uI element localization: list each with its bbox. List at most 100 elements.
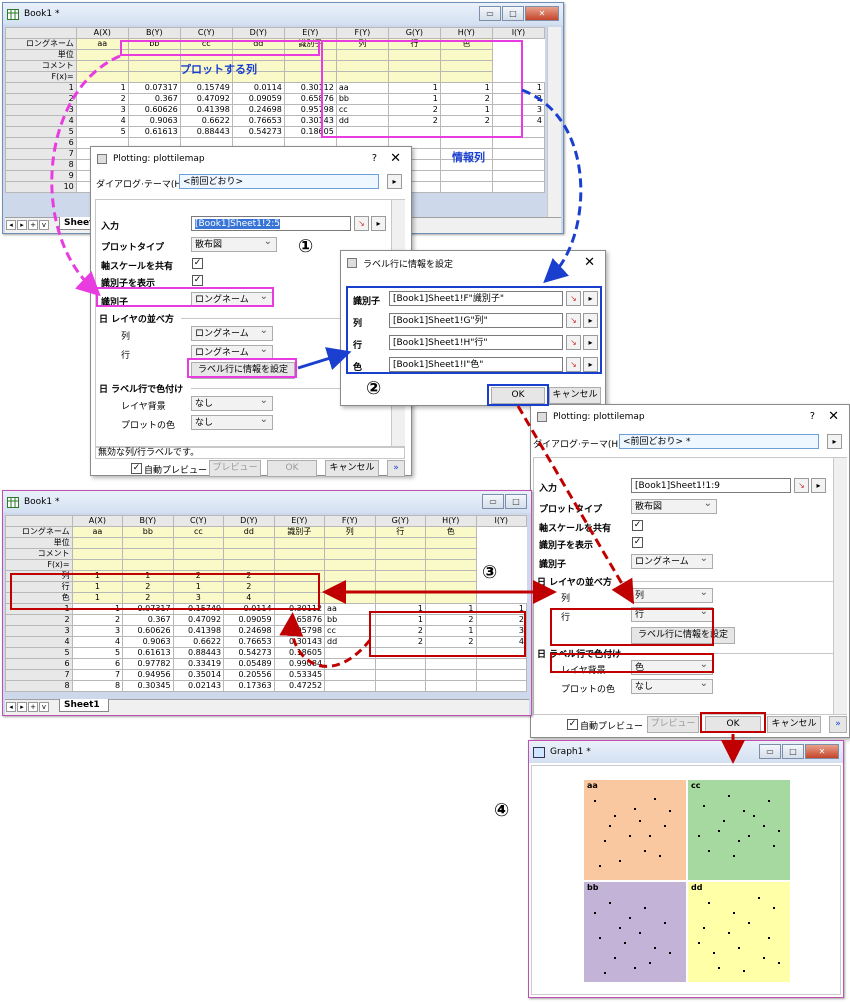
range-select-icon[interactable]: ↘ bbox=[354, 216, 369, 231]
data-cell[interactable] bbox=[475, 647, 527, 659]
meta-cell[interactable]: dd bbox=[231, 38, 285, 50]
data-cell[interactable] bbox=[491, 170, 546, 182]
meta-cell[interactable] bbox=[425, 592, 477, 604]
data-cell[interactable] bbox=[374, 658, 427, 670]
theme-field[interactable]: <前回どおり> bbox=[179, 174, 379, 189]
data-cell[interactable]: cc bbox=[324, 625, 376, 637]
column-header[interactable]: I(Y) bbox=[491, 27, 546, 39]
meta-cell[interactable] bbox=[283, 60, 337, 72]
data-cell[interactable]: 0.17363 bbox=[223, 680, 275, 692]
column-header[interactable]: A(X) bbox=[71, 515, 124, 527]
data-cell[interactable]: 4 bbox=[71, 636, 124, 648]
meta-row-label[interactable]: ロングネーム bbox=[5, 38, 77, 50]
data-cell[interactable]: 0.95798 bbox=[283, 104, 337, 116]
meta-cell[interactable] bbox=[387, 49, 441, 61]
column-header[interactable]: D(Y) bbox=[223, 515, 275, 527]
ok-button[interactable]: OK bbox=[267, 460, 317, 477]
workbook-window-bottom[interactable]: Book1 * ▭ □ A(X) B(Y) C(Y) D(Y) E(Y) F(Y) G(Y) H… bbox=[2, 490, 532, 716]
meta-row-label[interactable]: 列 bbox=[5, 570, 73, 582]
meta-cell[interactable]: cc bbox=[172, 526, 225, 538]
data-cell[interactable]: 0.54273 bbox=[231, 126, 285, 138]
data-cell[interactable]: 4 bbox=[75, 115, 129, 127]
data-cell[interactable]: 0.60626 bbox=[127, 104, 181, 116]
add-sheet-icon[interactable]: + bbox=[28, 220, 38, 230]
data-cell[interactable]: 0.47092 bbox=[179, 93, 233, 105]
show-ident-checkbox[interactable]: ✓ bbox=[632, 537, 643, 548]
meta-cell[interactable] bbox=[324, 548, 376, 560]
plotcolor-combo[interactable]: なし bbox=[631, 678, 713, 694]
meta-cell[interactable]: 行 bbox=[387, 38, 441, 50]
bg-combo[interactable]: なし bbox=[191, 395, 273, 411]
data-cell[interactable]: 0.05489 bbox=[223, 658, 275, 670]
plotcolor-combo[interactable]: なし bbox=[191, 414, 273, 430]
input-range-field[interactable]: [Book1]Sheet1!1:9 bbox=[631, 478, 791, 493]
data-cell[interactable]: 2 bbox=[75, 93, 129, 105]
range-select-icon[interactable]: ↘ bbox=[794, 478, 809, 493]
data-cell[interactable]: 1 bbox=[71, 603, 124, 615]
column-header[interactable]: A(X) bbox=[75, 27, 129, 39]
label-info-row-field[interactable]: [Book1]Sheet1!G"列" bbox=[389, 313, 563, 328]
meta-cell[interactable] bbox=[425, 570, 477, 582]
meta-row-label[interactable]: 行 bbox=[5, 581, 73, 593]
meta-cell[interactable] bbox=[374, 548, 427, 560]
meta-cell[interactable] bbox=[172, 548, 225, 560]
col-combo[interactable]: 列 bbox=[631, 587, 713, 603]
graph-panel-aa[interactable]: aa bbox=[584, 780, 686, 880]
data-cell[interactable] bbox=[374, 680, 427, 692]
data-cell[interactable] bbox=[439, 170, 493, 182]
sheet-tab[interactable]: Sheet1 bbox=[59, 699, 109, 712]
column-header[interactable] bbox=[5, 27, 77, 39]
sheet-list-icon[interactable]: v bbox=[39, 220, 49, 230]
sheet-list-icon[interactable]: v bbox=[39, 702, 49, 712]
data-cell[interactable]: 0.24698 bbox=[231, 104, 285, 116]
meta-cell[interactable]: dd bbox=[223, 526, 275, 538]
meta-cell[interactable]: 識別子 bbox=[283, 38, 337, 50]
range-select-icon[interactable]: ↘ bbox=[566, 291, 581, 306]
data-cell[interactable]: 2 bbox=[71, 614, 124, 626]
graph-panel-bb[interactable]: bb bbox=[584, 882, 686, 982]
data-cell[interactable]: 6 bbox=[71, 658, 124, 670]
column-header[interactable]: E(Y) bbox=[283, 27, 337, 39]
vertical-scrollbar[interactable] bbox=[547, 27, 561, 217]
theme-field[interactable]: <前回どおり> * bbox=[619, 434, 819, 449]
range-select-icon[interactable]: ↘ bbox=[566, 357, 581, 372]
meta-cell[interactable] bbox=[71, 537, 124, 549]
first-sheet-nav-icon[interactable]: ◂ bbox=[6, 220, 16, 230]
row-number[interactable]: 2 bbox=[5, 93, 77, 105]
graph-panel-cc[interactable]: cc bbox=[688, 780, 790, 880]
column-header[interactable]: I(Y) bbox=[475, 515, 527, 527]
row-number[interactable]: 4 bbox=[5, 636, 73, 648]
ident-combo[interactable]: ロングネーム bbox=[631, 553, 713, 569]
meta-cell[interactable] bbox=[335, 71, 389, 83]
data-cell[interactable]: 0.18605 bbox=[283, 126, 337, 138]
maximize-button[interactable]: □ bbox=[502, 6, 524, 21]
data-cell[interactable]: 0.60626 bbox=[122, 625, 174, 637]
color-section[interactable]: 日 ラベル行で色付け bbox=[99, 382, 183, 395]
column-header[interactable]: F(Y) bbox=[324, 515, 376, 527]
data-cell[interactable]: 0.61613 bbox=[122, 647, 174, 659]
data-cell[interactable]: 0.35014 bbox=[172, 669, 225, 681]
meta-row-label[interactable]: F(x)= bbox=[5, 71, 77, 83]
meta-cell[interactable] bbox=[283, 71, 337, 83]
row-number[interactable]: 6 bbox=[5, 137, 77, 149]
bg-combo[interactable]: 色 bbox=[631, 659, 713, 675]
column-header[interactable]: G(Y) bbox=[387, 27, 441, 39]
data-cell[interactable] bbox=[324, 647, 376, 659]
meta-cell[interactable]: 識別子 bbox=[273, 526, 326, 538]
row-number[interactable]: 3 bbox=[5, 104, 77, 116]
data-cell[interactable]: 0.02143 bbox=[172, 680, 225, 692]
color-section[interactable]: 日 ラベル行で色付け bbox=[537, 647, 621, 660]
row-number[interactable]: 3 bbox=[5, 625, 73, 637]
data-cell[interactable]: 0.65876 bbox=[283, 93, 337, 105]
meta-cell[interactable] bbox=[387, 60, 441, 72]
meta-cell[interactable] bbox=[172, 537, 225, 549]
close-icon[interactable]: ✕ bbox=[390, 151, 401, 166]
meta-row-label[interactable]: コメント bbox=[5, 548, 73, 560]
column-header[interactable]: C(Y) bbox=[179, 27, 233, 39]
first-sheet-nav-icon[interactable]: ◂ bbox=[6, 702, 16, 712]
data-cell[interactable] bbox=[425, 647, 477, 659]
column-header[interactable]: E(Y) bbox=[273, 515, 326, 527]
maximize-button[interactable]: □ bbox=[505, 494, 527, 509]
cancel-button[interactable]: キャンセル bbox=[325, 460, 379, 477]
graph-window[interactable]: Graph1 * ▭ □ ✕ aa cc bb dd bbox=[528, 740, 844, 998]
